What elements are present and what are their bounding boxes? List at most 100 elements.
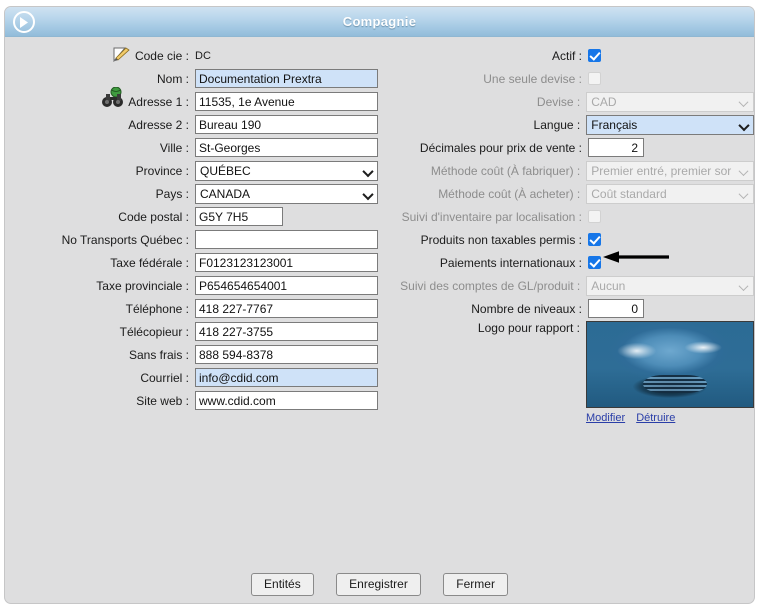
devise-select-value: CAD	[591, 94, 617, 109]
nom-input[interactable]	[195, 69, 378, 88]
field-row-code-cie: Code cie : DC	[5, 45, 385, 66]
label-taxe-federale: Taxe fédérale :	[110, 255, 189, 270]
field-row-courriel: Courriel :	[5, 367, 385, 388]
field-row-province: Province : QUÉBEC	[5, 160, 385, 181]
field-row-methode-cout-acheter: Méthode coût (À acheter) : Coût standard	[385, 183, 754, 204]
field-row-suivi-comptes-gl: Suivi des comptes de GL/produit : Aucun	[385, 275, 754, 296]
entites-button[interactable]: Entités	[251, 573, 314, 596]
adresse1-input[interactable]	[195, 92, 378, 111]
site-web-input[interactable]	[195, 391, 378, 410]
label-telephone: Téléphone :	[125, 301, 189, 316]
province-select[interactable]: QUÉBEC	[195, 160, 378, 181]
label-sans-frais: Sans frais :	[128, 347, 189, 362]
code-postal-input[interactable]	[195, 207, 283, 226]
value-code-cie: DC	[195, 49, 211, 62]
logo-actions: Modifier Détruire	[586, 412, 754, 424]
label-suivi-comptes-gl-produit: Suivi des comptes de GL/produit :	[400, 278, 581, 293]
field-row-logo-rapport: Logo pour rapport : Modifier Détruire	[385, 321, 754, 424]
field-row-adresse2: Adresse 2 :	[5, 114, 385, 135]
courriel-input[interactable]	[195, 368, 378, 387]
suivi-comptes-gl-produit-value: Aucun	[591, 278, 626, 293]
pays-select[interactable]: CANADA	[195, 183, 378, 204]
field-row-sans-frais: Sans frais :	[5, 344, 385, 365]
field-row-langue: Langue : Français	[385, 114, 754, 135]
chevron-down-icon	[740, 100, 748, 105]
field-row-code-postal: Code postal :	[5, 206, 385, 227]
label-province: Province :	[135, 163, 189, 178]
left-column: Code cie : DC Nom : Documentation Prextr…	[5, 45, 385, 413]
logo-modifier-link[interactable]: Modifier	[586, 412, 625, 424]
field-row-taxe-federale: Taxe fédérale :	[5, 252, 385, 273]
pencil-icon	[113, 46, 133, 64]
label-code-cie: Code cie :	[134, 48, 189, 63]
field-row-adresse1: Adresse 1 :	[5, 86, 385, 112]
logo-detruire-link[interactable]: Détruire	[636, 412, 675, 424]
taxe-federale-input[interactable]	[195, 253, 378, 272]
field-row-site-web: Site web :	[5, 390, 385, 411]
label-site-web: Site web :	[136, 393, 189, 408]
field-row-decimales-prix-vente: Décimales pour prix de vente :	[385, 137, 754, 158]
label-adresse1: Adresse 1 :	[128, 94, 189, 109]
field-row-actif: Actif :	[385, 45, 754, 66]
actif-checkbox[interactable]	[588, 49, 601, 62]
field-row-paiements-internationaux: Paiements internationaux :	[385, 252, 754, 273]
logo-container: Modifier Détruire	[586, 321, 754, 424]
methode-cout-acheter-value: Coût standard	[591, 186, 667, 201]
label-produits-non-taxables-permis: Produits non taxables permis :	[420, 232, 582, 247]
field-row-pays: Pays : CANADA	[5, 183, 385, 204]
field-row-telecopieur: Télécopieur :	[5, 321, 385, 342]
enregistrer-button[interactable]: Enregistrer	[336, 573, 421, 596]
fermer-button[interactable]: Fermer	[443, 573, 508, 596]
langue-select-value: Français	[591, 117, 638, 132]
field-row-devise: Devise : CAD	[385, 91, 754, 112]
une-seule-devise-checkbox	[588, 72, 601, 85]
methode-cout-fabriquer-select: Premier entré, premier sor	[586, 160, 754, 181]
decimales-prix-vente-input[interactable]	[588, 138, 644, 157]
label-actif: Actif :	[551, 48, 582, 63]
label-ville: Ville :	[159, 140, 189, 155]
label-courriel: Courriel :	[140, 370, 189, 385]
province-select-value: QUÉBEC	[200, 163, 251, 178]
label-methode-cout-fabriquer: Méthode coût (À fabriquer) :	[430, 163, 581, 178]
langue-select[interactable]: Français	[586, 114, 754, 135]
no-transports-quebec-input[interactable]	[195, 230, 378, 249]
telephone-input[interactable]	[195, 299, 378, 318]
field-row-telephone: Téléphone :	[5, 298, 385, 319]
nombre-niveaux-input[interactable]	[588, 299, 644, 318]
chevron-down-icon	[364, 192, 372, 197]
binoculars-icon[interactable]	[101, 86, 123, 107]
label-taxe-provinciale: Taxe provinciale :	[96, 278, 189, 293]
suivi-comptes-gl-produit-select: Aucun	[586, 275, 754, 296]
compagnie-window: Compagnie Code cie : DC Nom: Documentat…	[4, 6, 755, 604]
label-decimales-prix-vente: Décimales pour prix de vente :	[419, 140, 582, 155]
window-titlebar: Compagnie	[5, 7, 754, 37]
footer-buttons: Entités Enregistrer Fermer	[5, 573, 754, 596]
chevron-down-icon	[740, 284, 748, 289]
field-row-nombre-niveaux: Nombre de niveaux :	[385, 298, 754, 319]
label-methode-cout-acheter: Méthode coût (À acheter) :	[438, 186, 581, 201]
field-row-nom: Nom :	[5, 68, 385, 89]
sans-frais-input[interactable]	[195, 345, 378, 364]
window-title: Compagnie	[342, 14, 417, 29]
pays-select-value: CANADA	[200, 186, 251, 201]
ville-input[interactable]	[195, 138, 378, 157]
taxe-provinciale-input[interactable]	[195, 276, 378, 295]
label-devise: Devise :	[536, 94, 581, 109]
label-nombre-niveaux: Nombre de niveaux :	[471, 301, 582, 316]
app-root: Compagnie Code cie : DC Nom: Documentat…	[0, 0, 761, 610]
form-area: Code cie : DC Nom : Documentation Prextr…	[5, 37, 754, 567]
right-column: Actif : Une seule devise : Devise : CAD …	[385, 45, 754, 426]
methode-cout-fabriquer-value: Premier entré, premier sor	[591, 163, 732, 178]
paiements-internationaux-checkbox[interactable]	[588, 256, 601, 269]
produits-non-taxables-permis-checkbox[interactable]	[588, 233, 601, 246]
label-pays: Pays :	[155, 186, 189, 201]
methode-cout-acheter-select: Coût standard	[586, 183, 754, 204]
label-logo-pour-rapport: Logo pour rapport :	[477, 321, 580, 335]
label-code-postal: Code postal :	[118, 209, 189, 224]
adresse2-input[interactable]	[195, 115, 378, 134]
company-logo-image	[586, 321, 754, 408]
chevron-down-icon	[740, 192, 748, 197]
label-langue: Langue :	[533, 117, 581, 132]
field-row-ville: Ville :	[5, 137, 385, 158]
telecopieur-input[interactable]	[195, 322, 378, 341]
